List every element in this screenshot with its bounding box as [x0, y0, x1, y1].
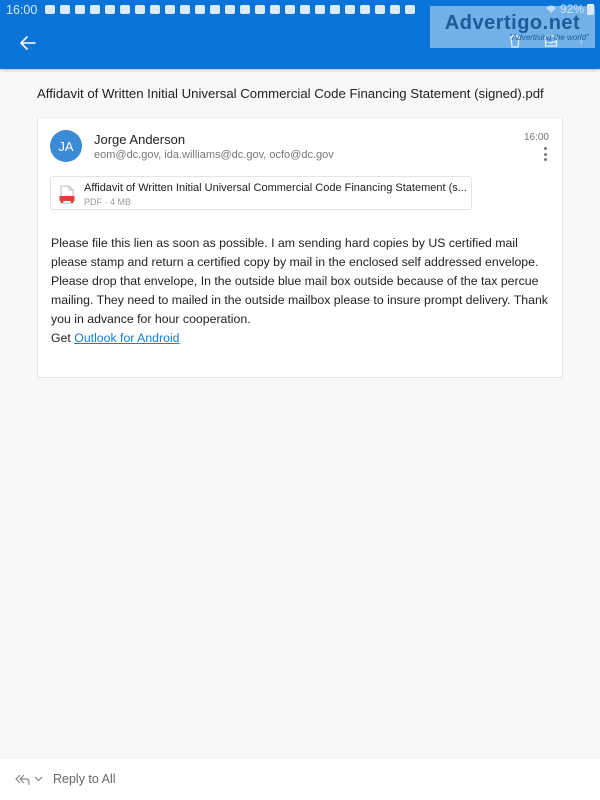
app-icon: [210, 5, 221, 14]
wifi-icon: [545, 5, 556, 13]
status-time: 16:00: [6, 2, 38, 17]
app-bar: 16:00 92% Advertigo.net "Advertising the…: [0, 0, 600, 69]
instagram-icon: [285, 5, 296, 14]
arrow-left-icon: [20, 36, 36, 50]
chrome-icon: [135, 5, 146, 14]
twitter-icon: [390, 5, 401, 14]
download-icon: [405, 5, 416, 14]
dot: [543, 147, 547, 150]
dot: [543, 158, 547, 161]
notification-icons: [45, 5, 416, 14]
header-actions: [508, 34, 586, 48]
app-icon: [255, 5, 266, 14]
back-button[interactable]: [17, 33, 39, 53]
sender-name[interactable]: Jorge Anderson: [94, 132, 185, 147]
instagram-icon: [270, 5, 281, 14]
wrench-icon: [345, 5, 356, 14]
status-bar: 16:00 92%: [0, 0, 600, 19]
app-icon: [165, 5, 176, 14]
gmail-icon: [315, 5, 326, 14]
youtube-icon: [90, 5, 101, 14]
attachment-item[interactable]: Affidavit of Written Initial Universal C…: [50, 176, 472, 210]
signature-prefix: Get: [51, 331, 75, 345]
reply-bar: Reply to All: [0, 757, 600, 800]
app-icon: [150, 5, 161, 14]
message-card: JA Jorge Anderson eom@dc.gov, ida.willia…: [37, 117, 563, 378]
recipients[interactable]: eom@dc.gov, ida.williams@dc.gov, ocfo@dc…: [94, 149, 334, 161]
signature: Get Outlook for Android: [51, 329, 556, 348]
youtube-icon: [60, 5, 71, 14]
attachment-name: Affidavit of Written Initial Universal C…: [84, 182, 467, 194]
message-time: 16:00: [523, 132, 549, 143]
email-subject: Affidavit of Written Initial Universal C…: [37, 86, 544, 101]
message-body: Please file this lien as soon as possibl…: [51, 234, 556, 348]
reply-all-button[interactable]: Reply to All: [53, 772, 116, 786]
app-icon: [195, 5, 206, 14]
youtube-icon: [75, 5, 86, 14]
shield-icon: [330, 5, 341, 14]
delete-icon[interactable]: [508, 34, 522, 48]
chevron-down-icon[interactable]: [34, 776, 43, 782]
kik-icon: [360, 5, 371, 14]
dot: [543, 152, 547, 156]
outlook-for-android-link[interactable]: Outlook for Android: [74, 331, 179, 345]
status-right: 92%: [545, 2, 594, 16]
sender-avatar[interactable]: JA: [50, 130, 82, 162]
battery-icon: [587, 3, 594, 15]
app-icon: [180, 5, 191, 14]
more-vertical-icon[interactable]: [580, 34, 586, 48]
pdf-file-icon: [59, 185, 75, 204]
alert-icon: [300, 5, 311, 14]
app-icon: [375, 5, 386, 14]
download-icon: [120, 5, 131, 14]
attachment-meta: PDF · 4 MB: [84, 197, 132, 207]
archive-icon[interactable]: [544, 34, 558, 48]
reply-all-icon[interactable]: [14, 773, 30, 786]
chrome-icon: [240, 5, 251, 14]
message-more-button[interactable]: [542, 147, 548, 161]
body-paragraph: Please file this lien as soon as possibl…: [51, 236, 548, 326]
facebook-icon: [105, 5, 116, 14]
navigation-icon: [45, 5, 56, 14]
chrome-icon: [225, 5, 236, 14]
battery-level: 92%: [559, 2, 584, 16]
